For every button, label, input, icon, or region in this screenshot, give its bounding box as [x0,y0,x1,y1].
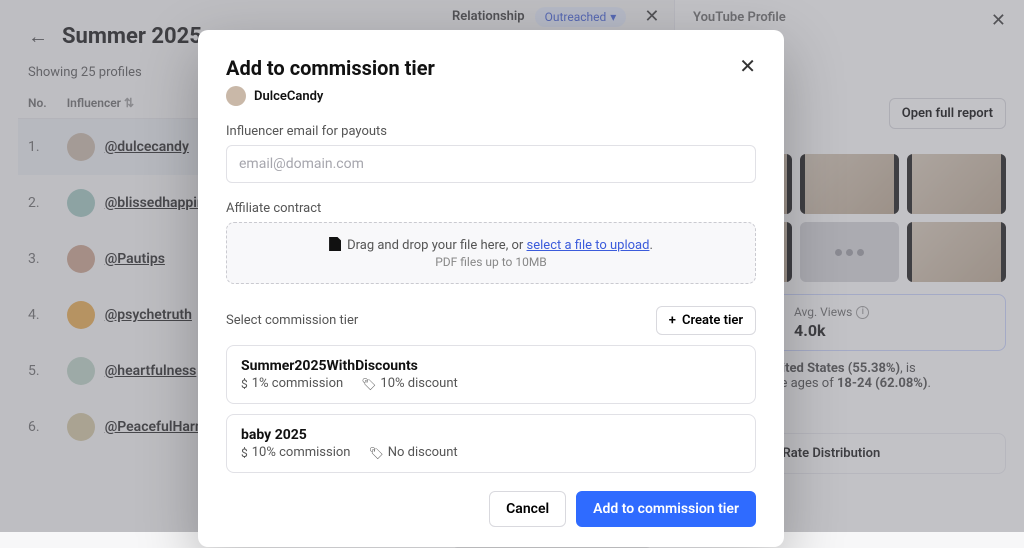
modal-influencer: DulceCandy [226,86,756,106]
add-to-tier-button[interactable]: Add to commission tier [576,491,756,527]
contract-label: Affiliate contract [226,201,756,216]
dollar-icon: $ [241,446,248,460]
tier-name: Summer2025WithDiscounts [241,358,741,374]
create-tier-button[interactable]: +Create tier [656,306,756,335]
modal-influencer-name: DulceCandy [254,89,323,104]
tier-discount: No discount [388,445,458,460]
select-tier-label: Select commission tier [226,313,358,328]
avatar [226,86,246,106]
tag-icon: 🏷 [368,446,383,460]
dropzone-sub: PDF files up to 10MB [241,255,741,269]
cancel-button[interactable]: Cancel [489,491,566,527]
tier-commission: 1% commission [252,376,343,391]
file-icon [329,237,341,251]
dollar-icon: $ [241,377,248,391]
close-icon[interactable]: ✕ [739,56,756,76]
email-label: Influencer email for payouts [226,124,756,139]
plus-icon: + [669,313,676,328]
tag-icon: 🏷 [361,377,376,391]
commission-tier-modal: Add to commission tier ✕ DulceCandy Infl… [198,30,784,547]
tier-name: baby 2025 [241,427,741,443]
select-file-link[interactable]: select a file to upload [527,238,650,253]
payout-email-input[interactable] [226,145,756,183]
tier-commission: 10% commission [252,445,351,460]
modal-title: Add to commission tier [226,56,435,80]
tier-discount: 10% discount [380,376,457,391]
contract-dropzone[interactable]: Drag and drop your file here, or select … [226,222,756,284]
tier-option[interactable]: baby 2025 $10% commission 🏷 No discount [226,414,756,473]
tier-option[interactable]: Summer2025WithDiscounts $1% commission 🏷… [226,345,756,404]
